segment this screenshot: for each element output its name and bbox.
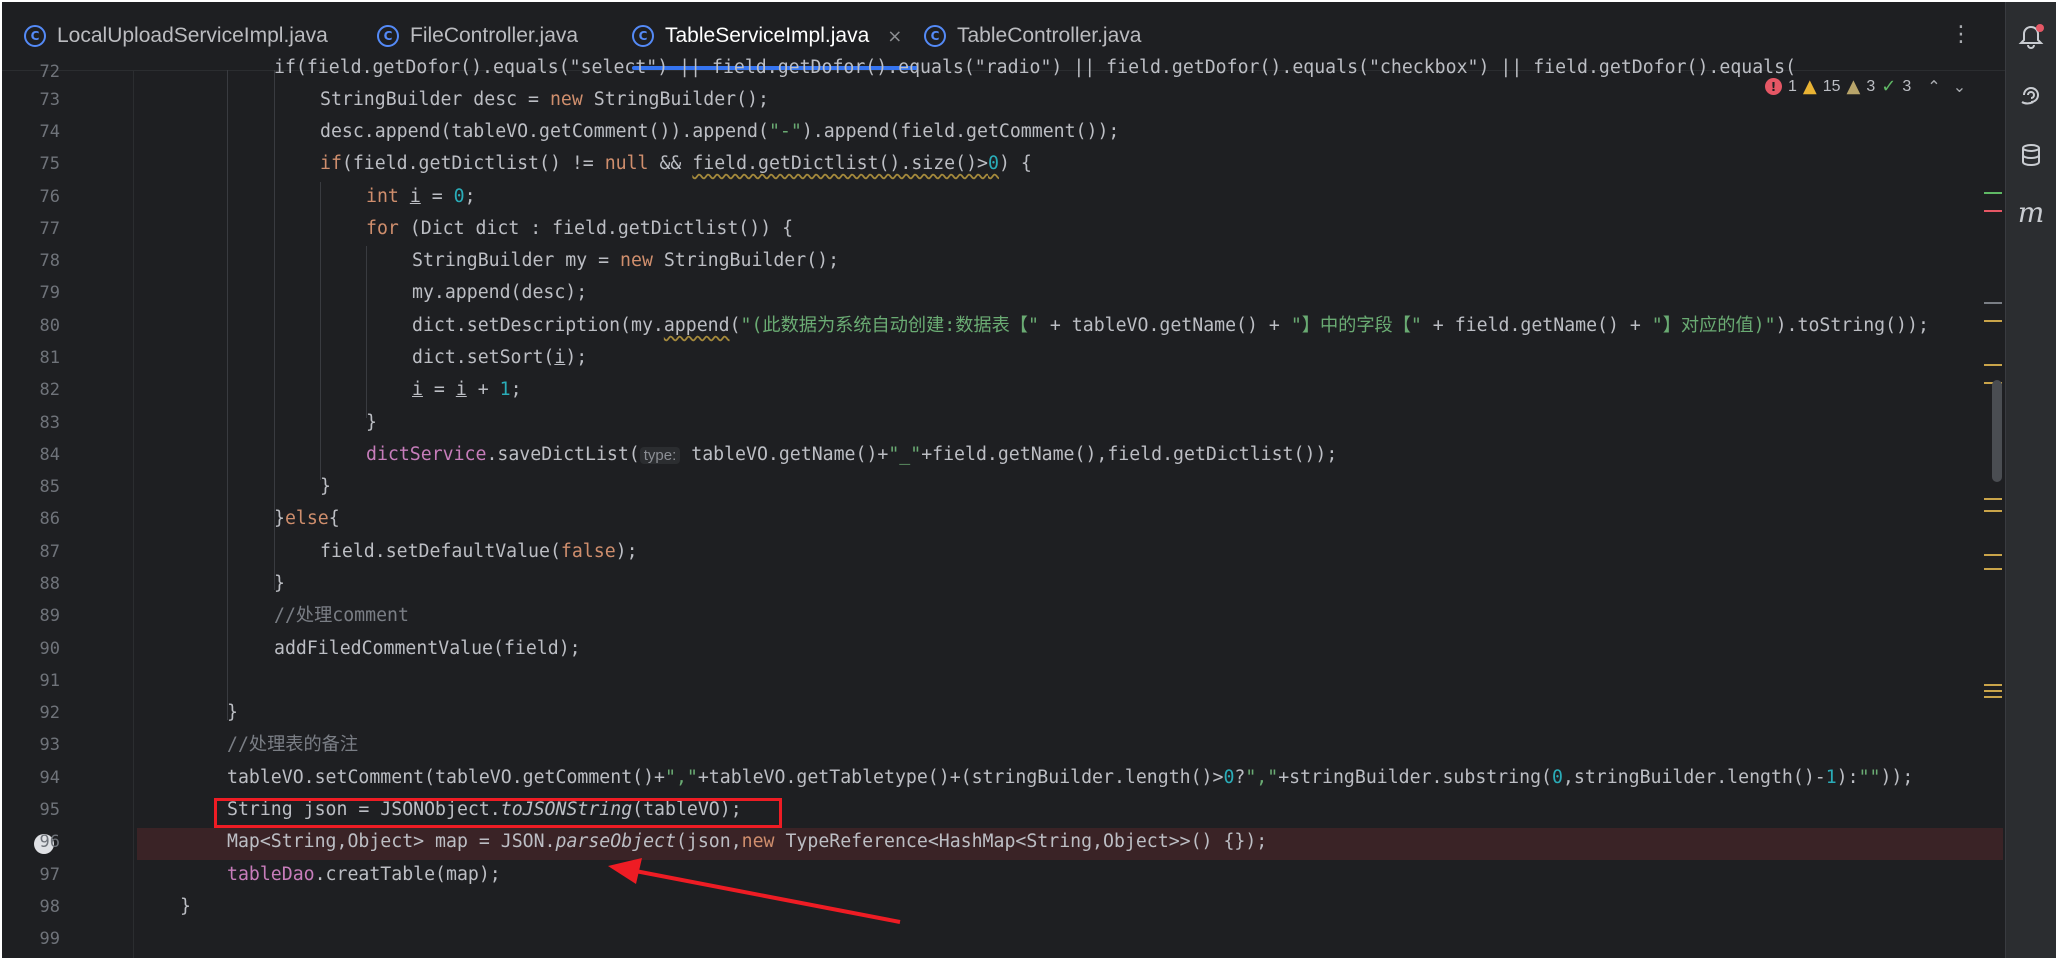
ide-window: C LocalUploadServiceImpl.java C FileCont… <box>2 2 2056 958</box>
annotation-arrow-icon <box>608 858 901 924</box>
